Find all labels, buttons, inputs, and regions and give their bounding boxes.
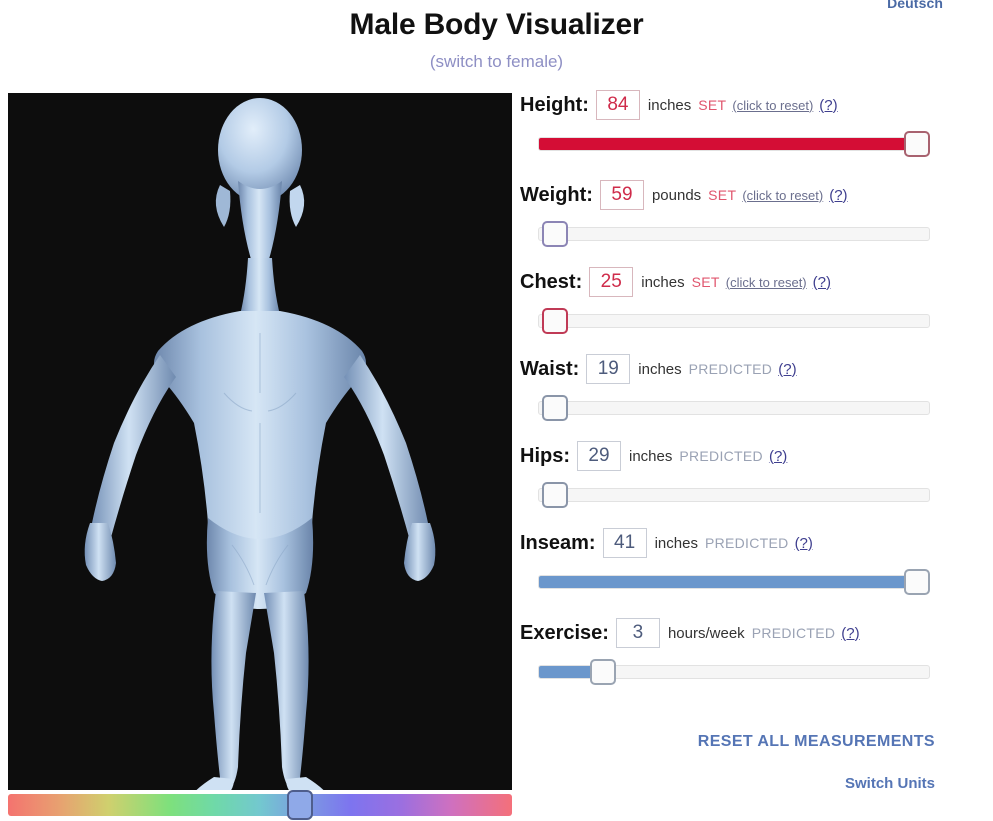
measurements-panel: Height: inches SET (click to reset) (?) … bbox=[520, 88, 985, 685]
chest-help-icon[interactable]: (?) bbox=[813, 274, 831, 291]
chest-units: inches bbox=[641, 274, 684, 291]
hips-units: inches bbox=[629, 448, 672, 465]
hips-slider-handle[interactable] bbox=[542, 482, 568, 508]
page-title: Male Body Visualizer bbox=[0, 8, 993, 42]
weight-slider-handle[interactable] bbox=[542, 221, 568, 247]
weight-label: Weight: bbox=[520, 184, 593, 207]
body-model-render bbox=[8, 93, 512, 790]
waist-slider-handle[interactable] bbox=[542, 395, 568, 421]
waist-label: Waist: bbox=[520, 358, 579, 381]
exercise-state-tag: PREDICTED bbox=[752, 625, 836, 641]
hue-slider-handle[interactable] bbox=[287, 790, 313, 820]
hips-label: Hips: bbox=[520, 445, 570, 468]
switch-units-button[interactable]: Switch Units bbox=[845, 775, 935, 792]
waist-help-icon[interactable]: (?) bbox=[778, 361, 796, 378]
inseam-slider[interactable] bbox=[538, 569, 938, 595]
weight-slider[interactable] bbox=[538, 221, 938, 247]
exercise-slider[interactable] bbox=[538, 659, 938, 685]
exercise-help-icon[interactable]: (?) bbox=[841, 625, 859, 642]
chest-label: Chest: bbox=[520, 271, 582, 294]
height-slider-fill bbox=[539, 138, 919, 150]
inseam-help-icon[interactable]: (?) bbox=[795, 535, 813, 552]
measurement-row-hips: Hips: inches PREDICTED (?) bbox=[520, 439, 985, 508]
chest-slider-handle[interactable] bbox=[542, 308, 568, 334]
height-help-icon[interactable]: (?) bbox=[819, 97, 837, 114]
height-label: Height: bbox=[520, 94, 589, 117]
weight-reset-link[interactable]: (click to reset) bbox=[742, 188, 823, 203]
reset-all-measurements-button[interactable]: RESET ALL MEASUREMENTS bbox=[698, 733, 935, 751]
inseam-label: Inseam: bbox=[520, 532, 596, 555]
hips-help-icon[interactable]: (?) bbox=[769, 448, 787, 465]
hips-state-tag: PREDICTED bbox=[679, 448, 763, 464]
inseam-slider-fill bbox=[539, 576, 919, 588]
exercise-slider-handle[interactable] bbox=[590, 659, 616, 685]
hips-input[interactable] bbox=[577, 441, 621, 471]
inseam-state-tag: PREDICTED bbox=[705, 535, 789, 551]
height-slider[interactable] bbox=[538, 131, 938, 157]
hips-slider-track[interactable] bbox=[538, 488, 930, 502]
exercise-units: hours/week bbox=[668, 625, 745, 642]
waist-slider[interactable] bbox=[538, 395, 938, 421]
model-color-hue-slider[interactable] bbox=[8, 794, 512, 816]
weight-state-tag: SET bbox=[708, 187, 736, 203]
measurement-row-exercise: Exercise: hours/week PREDICTED (?) bbox=[520, 616, 985, 685]
weight-slider-track[interactable] bbox=[538, 227, 930, 241]
measurement-row-weight: Weight: pounds SET (click to reset) (?) bbox=[520, 178, 985, 247]
exercise-label: Exercise: bbox=[520, 622, 609, 645]
chest-state-tag: SET bbox=[692, 274, 720, 290]
measurement-row-inseam: Inseam: inches PREDICTED (?) bbox=[520, 526, 985, 595]
chest-slider[interactable] bbox=[538, 308, 938, 334]
chest-reset-link[interactable]: (click to reset) bbox=[726, 275, 807, 290]
measurement-row-waist: Waist: inches PREDICTED (?) bbox=[520, 352, 985, 421]
measurement-row-height: Height: inches SET (click to reset) (?) bbox=[520, 88, 985, 157]
app-root: Deutsch Male Body Visualizer (switch to … bbox=[0, 0, 993, 821]
waist-state-tag: PREDICTED bbox=[689, 361, 773, 377]
inseam-input[interactable] bbox=[603, 528, 647, 558]
exercise-slider-fill bbox=[539, 666, 597, 678]
height-slider-handle[interactable] bbox=[904, 131, 930, 157]
weight-input[interactable] bbox=[600, 180, 644, 210]
chest-input[interactable] bbox=[589, 267, 633, 297]
inseam-slider-handle[interactable] bbox=[904, 569, 930, 595]
height-reset-link[interactable]: (click to reset) bbox=[732, 98, 813, 113]
measurement-row-chest: Chest: inches SET (click to reset) (?) bbox=[520, 265, 985, 334]
waist-slider-track[interactable] bbox=[538, 401, 930, 415]
exercise-input[interactable] bbox=[616, 618, 660, 648]
inseam-units: inches bbox=[655, 535, 698, 552]
waist-units: inches bbox=[638, 361, 681, 378]
switch-to-female-link[interactable]: (switch to female) bbox=[0, 52, 993, 72]
hips-slider[interactable] bbox=[538, 482, 938, 508]
height-units: inches bbox=[648, 97, 691, 114]
height-state-tag: SET bbox=[698, 97, 726, 113]
waist-input[interactable] bbox=[586, 354, 630, 384]
weight-units: pounds bbox=[652, 187, 701, 204]
chest-slider-track[interactable] bbox=[538, 314, 930, 328]
weight-help-icon[interactable]: (?) bbox=[829, 187, 847, 204]
height-input[interactable] bbox=[596, 90, 640, 120]
model-viewport[interactable] bbox=[8, 93, 512, 790]
